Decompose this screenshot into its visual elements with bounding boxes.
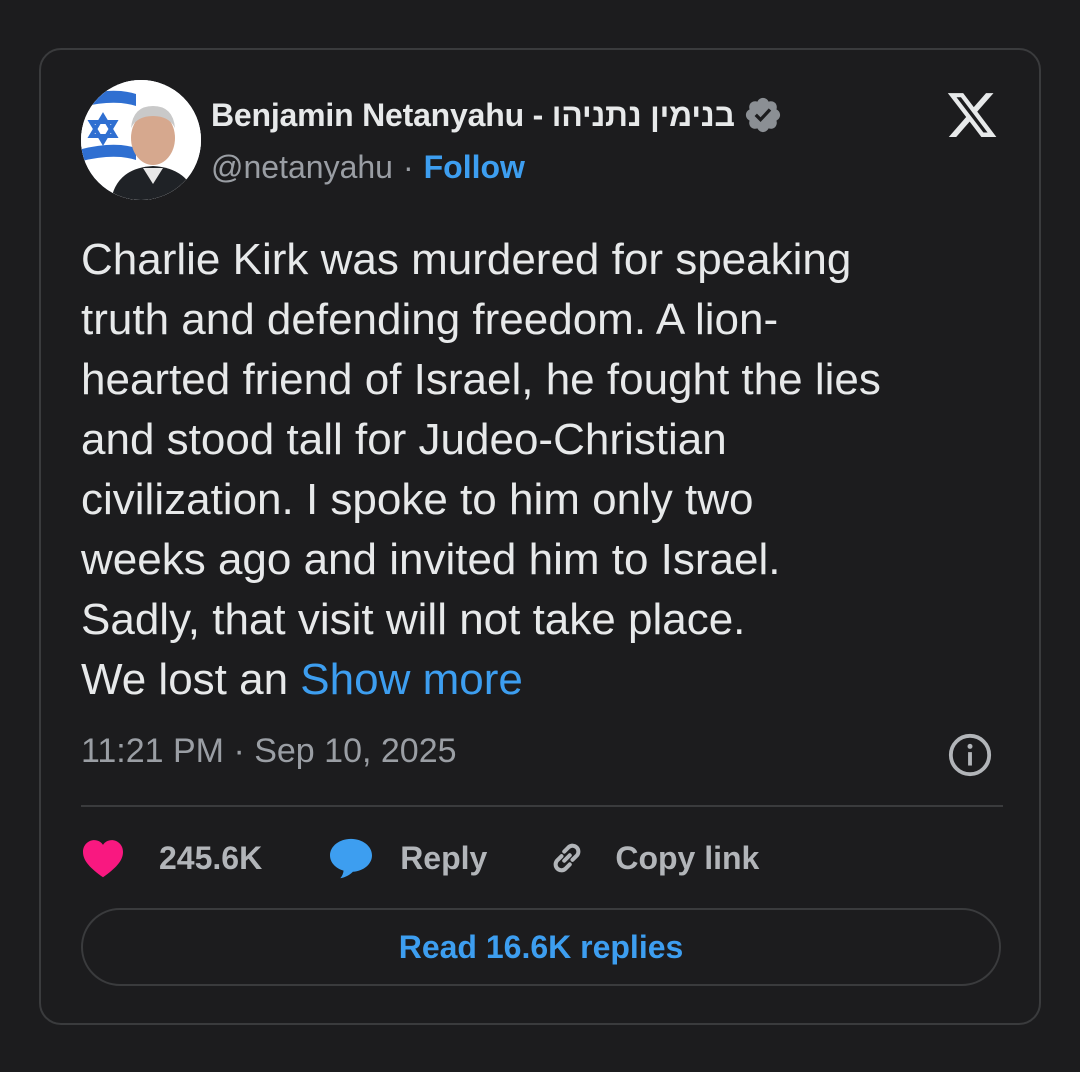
tweet-line: Charlie Kirk was murdered for speaking [81,235,852,284]
tweet-line: truth and defending freedom. A lion- [81,295,779,344]
speech-bubble-icon [330,838,373,879]
tweet-line: weeks ago and invited him to Israel. [81,535,781,584]
read-replies-button[interactable]: Read 16.6K replies [81,908,1001,986]
tweet-line: Sadly, that visit will not take place. [81,595,746,644]
follow-button[interactable]: Follow [424,149,525,186]
like-count: 245.6K [159,839,263,876]
divider [81,805,1003,807]
verified-badge-icon [743,95,783,135]
heart-icon [83,840,123,878]
copy-link-label: Copy link [615,839,760,876]
avatar-image [81,80,201,200]
show-more-link[interactable]: Show more [300,655,523,704]
reply-label: Reply [400,839,488,876]
tweet-text: Charlie Kirk was murdered for speaking t… [81,230,1011,710]
copy-link-button[interactable]: Copy link [545,836,759,880]
avatar[interactable] [81,80,201,200]
tweet-timestamp[interactable]: 11:21 PM · Sep 10, 2025 [81,732,457,771]
like-button[interactable]: 245.6K [81,838,262,878]
info-icon[interactable] [947,732,993,778]
tweet-line: civilization. I spoke to him only two [81,475,754,524]
tweet-line: and stood tall for Judeo-Christian [81,415,727,464]
tweet-card: Benjamin Netanyahu - בנימין נתניהו @neta… [39,48,1041,1025]
tweet-line: hearted friend of Israel, he fought the … [81,355,881,404]
link-icon [553,843,581,873]
author-handle[interactable]: @netanyahu [211,149,393,186]
x-logo-icon[interactable] [945,88,999,142]
action-bar: 245.6K Reply Copy link [81,830,759,886]
separator-dot: · [402,148,414,185]
author-display-name[interactable]: Benjamin Netanyahu - בנימין נתניהו [211,97,735,134]
tweet-last-line-text: We lost an [81,655,301,704]
read-replies-label: Read 16.6K replies [398,928,684,965]
tweet-last-line: We lost an Show more [81,650,1011,710]
author-name-row: Benjamin Netanyahu - בנימין נתניהו [211,90,783,140]
author-handle-row: @netanyahu · Follow [211,143,525,191]
reply-button[interactable]: Reply [328,837,487,879]
